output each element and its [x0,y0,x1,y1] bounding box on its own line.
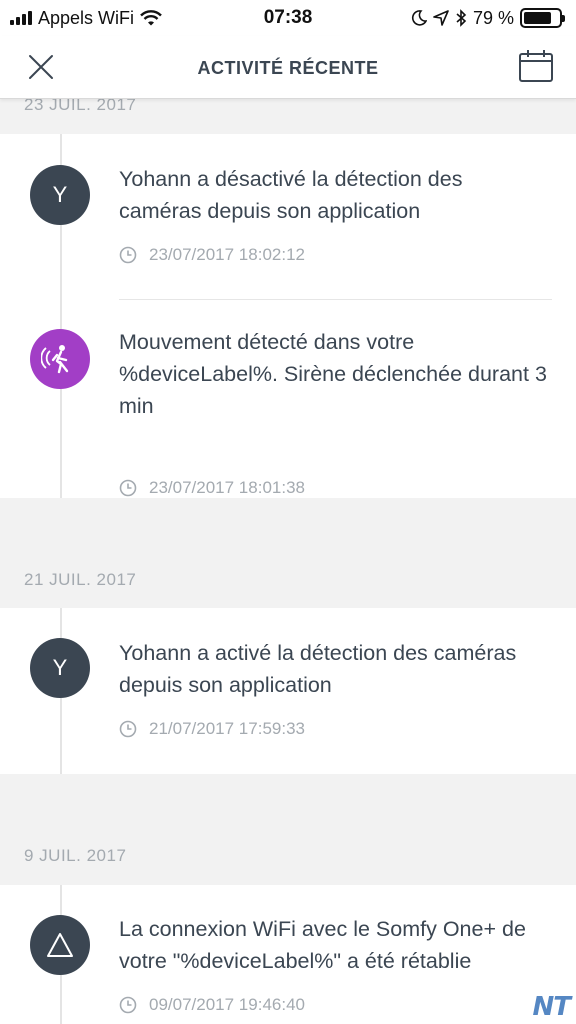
warning-triangle-icon [30,915,90,975]
activity-text: Yohann a désactivé la détection des camé… [119,167,463,223]
activity-timestamp: 09/07/2017 19:46:40 [119,995,305,1015]
activity-timestamp: 23/07/2017 18:01:38 [119,478,305,498]
activity-timestamp: 23/07/2017 18:02:12 [119,245,305,265]
date-header: 21 JUIL. 2017 [24,570,137,589]
activity-group-card: Y Yohann a activé la détection des camér… [0,608,576,774]
activity-list[interactable]: 23 JUIL. 2017 Y Yohann a désactivé la dé… [0,99,576,1024]
motion-sensor-icon [30,329,90,389]
page-title: ACTIVITÉ RÉCENTE [197,58,379,78]
timestamp-text: 23/07/2017 18:01:38 [149,478,305,497]
date-header: 9 JUIL. 2017 [24,846,127,865]
timestamp-text: 21/07/2017 17:59:33 [149,719,305,738]
carrier-label: Appels WiFi [38,7,135,28]
activity-text: Yohann a activé la détection des caméras… [119,641,517,697]
activity-group-card: Y Yohann a désactivé la détection des ca… [0,134,576,498]
activity-group-card: La connexion WiFi avec le Somfy One+ de … [0,885,576,1024]
user-avatar: Y [30,638,90,698]
clock-icon [119,996,137,1014]
location-arrow-icon [433,10,449,26]
timestamp-text: 09/07/2017 19:46:40 [149,995,305,1014]
activity-timestamp: 21/07/2017 17:59:33 [119,719,305,739]
clock-icon [119,246,137,264]
wifi-icon [140,10,162,26]
bluetooth-icon [456,9,467,27]
moon-icon [411,10,427,26]
activity-text: La connexion WiFi avec le Somfy One+ de … [119,917,526,973]
date-header: 23 JUIL. 2017 [24,99,137,114]
status-bar: Appels WiFi 07:38 79 % [0,0,576,36]
signal-icon [10,11,32,25]
calendar-icon[interactable] [518,48,554,84]
nav-header: ACTIVITÉ RÉCENTE [0,36,576,99]
clock-icon [119,720,137,738]
clock-icon [119,479,137,497]
watermark-logo: NT [532,992,571,1022]
timestamp-text: 23/07/2017 18:02:12 [149,245,305,264]
user-avatar: Y [30,165,90,225]
battery-icon [520,8,565,28]
activity-text: Mouvement détecté dans votre %deviceLabe… [119,330,547,418]
battery-percent: 79 % [472,7,514,28]
